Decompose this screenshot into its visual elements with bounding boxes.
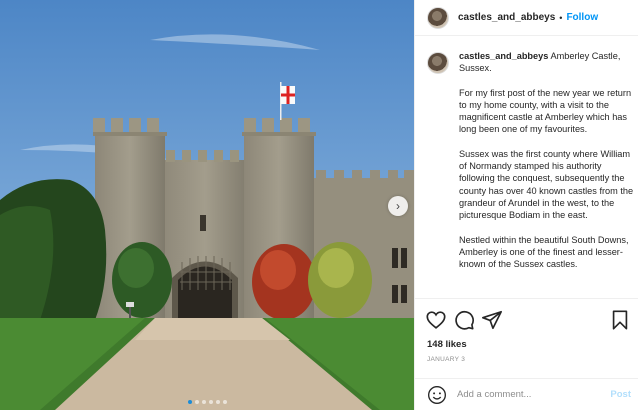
carousel-dot xyxy=(222,400,227,404)
caption-username-link[interactable]: castles_and_abbeys xyxy=(459,51,548,61)
carousel-dot xyxy=(215,400,220,404)
caption-paragraph: Nestled within the beautiful South Downs… xyxy=(459,234,629,270)
heart-icon[interactable] xyxy=(425,309,447,331)
avatar[interactable] xyxy=(427,6,449,29)
castle-photo-image xyxy=(0,0,414,410)
post-comment-button[interactable]: Post xyxy=(610,389,631,400)
post-header: castles_and_abbeys • Follow xyxy=(415,0,638,36)
post-photo[interactable]: › xyxy=(0,0,414,410)
carousel-dot xyxy=(208,400,213,404)
header-separator: • xyxy=(559,12,563,23)
bookmark-icon[interactable] xyxy=(609,309,631,331)
caption-area: castles_and_abbeys Amberley Castle, Suss… xyxy=(427,50,638,296)
caption-paragraph: For my first post of the new year we ret… xyxy=(459,87,632,135)
comment-input[interactable]: Add a comment... xyxy=(457,389,610,400)
avatar[interactable] xyxy=(427,52,449,74)
carousel-dot xyxy=(194,400,199,404)
share-icon[interactable] xyxy=(481,309,503,331)
carousel-dot xyxy=(187,400,192,404)
carousel-next-button[interactable]: › xyxy=(388,196,408,216)
caption-paragraph: Sussex was the first county where Willia… xyxy=(459,148,634,221)
caption-text: castles_and_abbeys Amberley Castle, Suss… xyxy=(459,50,637,270)
chevron-right-icon: › xyxy=(396,199,400,213)
comment-icon[interactable] xyxy=(453,309,475,331)
post-side-panel: castles_and_abbeys • Follow castles_and_… xyxy=(414,0,638,410)
emoji-icon[interactable] xyxy=(427,385,447,405)
likes-count[interactable]: 148 likes xyxy=(427,339,467,350)
username-link[interactable]: castles_and_abbeys xyxy=(458,12,555,23)
post-actions: 148 likes JANUARY 3 xyxy=(415,298,638,376)
post-date: JANUARY 3 xyxy=(427,356,466,363)
carousel-dots xyxy=(0,400,414,404)
comment-bar: Add a comment... Post xyxy=(415,378,638,410)
carousel-dot xyxy=(201,400,206,404)
follow-button[interactable]: Follow xyxy=(566,12,598,23)
